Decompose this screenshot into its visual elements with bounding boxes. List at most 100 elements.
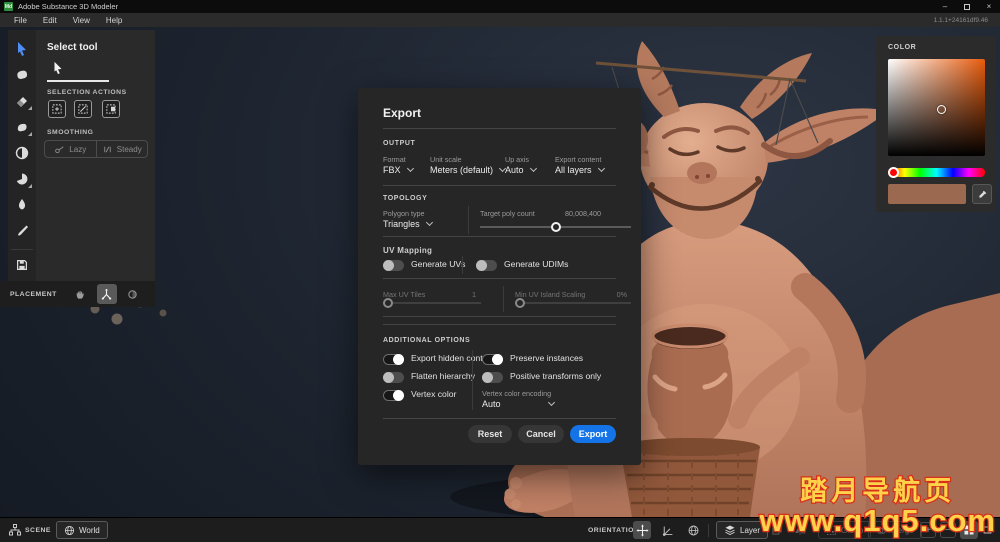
toggle-knob <box>393 354 404 365</box>
select-tool-icon[interactable] <box>11 38 33 59</box>
pivot-axis-icon <box>661 524 674 537</box>
unit-scale-value: Meters (default) <box>430 165 493 175</box>
vertex-color-toggle[interactable] <box>383 390 404 401</box>
window-controls: – × <box>934 0 1000 13</box>
world-button[interactable]: World <box>56 521 108 539</box>
positive-transforms-label: Positive transforms only <box>510 371 601 381</box>
generate-uvs-toggle[interactable] <box>383 260 404 271</box>
selection-actions-heading: SELECTION ACTIONS <box>47 89 127 96</box>
export-hidden-toggle[interactable] <box>383 354 404 365</box>
split-tool-icon[interactable] <box>11 142 33 163</box>
submenu-corner-icon <box>28 132 32 136</box>
max-uv-tiles-slider[interactable] <box>383 302 481 304</box>
min-uv-island-label: Min UV Island Scaling <box>515 290 585 299</box>
menu-help[interactable]: Help <box>98 16 130 25</box>
smoothing-steady-button[interactable]: Steady <box>97 141 148 157</box>
divider <box>383 236 616 237</box>
preserve-instances-toggle[interactable] <box>482 354 503 365</box>
axis-icon <box>100 288 113 301</box>
flatten-hierarchy-toggle[interactable] <box>383 372 404 383</box>
color-heading: COLOR <box>888 44 916 51</box>
toggle-knob <box>492 354 503 365</box>
submenu-corner-icon <box>28 184 32 188</box>
minimize-button[interactable]: – <box>934 0 956 13</box>
paint-drop-tool-icon[interactable] <box>11 194 33 215</box>
close-button[interactable]: × <box>978 0 1000 13</box>
vertex-color-label: Vertex color <box>411 389 456 399</box>
unit-scale-dropdown[interactable]: Meters (default) <box>430 165 505 175</box>
select-all-button[interactable] <box>48 100 66 118</box>
globe-icon <box>687 524 700 537</box>
lazy-label: Lazy <box>69 145 86 154</box>
topology-heading: TOPOLOGY <box>383 195 427 202</box>
color-gradient-field[interactable] <box>888 59 985 156</box>
format-dropdown[interactable]: FBX <box>383 165 413 175</box>
unit-scale-label: Unit scale <box>430 155 462 164</box>
menu-edit[interactable]: Edit <box>35 16 65 25</box>
smoothing-lazy-button[interactable]: Lazy <box>45 141 97 157</box>
vertical-divider <box>468 206 469 234</box>
target-poly-label: Target poly count <box>480 209 535 218</box>
maximize-button[interactable] <box>956 0 978 13</box>
watermark-line1: 踏月导航页 <box>759 477 996 505</box>
chevron-down-icon <box>597 165 604 172</box>
generate-udims-label: Generate UDIMs <box>504 259 568 269</box>
format-label: Format <box>383 155 406 164</box>
brush-tool-icon[interactable] <box>11 220 33 241</box>
slider-knob[interactable] <box>383 298 393 308</box>
up-axis-dropdown[interactable]: Auto <box>505 165 536 175</box>
cut-tool-icon[interactable] <box>11 168 33 189</box>
subtract-selection-button[interactable] <box>102 100 120 118</box>
steady-icon <box>102 144 113 155</box>
eyedropper-button[interactable] <box>972 184 992 204</box>
orientation-world-button[interactable] <box>684 521 702 539</box>
invert-selection-button[interactable] <box>74 100 92 118</box>
smooth-tool-icon[interactable] <box>11 116 33 137</box>
slider-knob[interactable] <box>515 298 525 308</box>
flatten-hierarchy-label: Flatten hierarchy <box>411 371 475 381</box>
hand-placement-button[interactable] <box>71 284 91 304</box>
slider-knob[interactable] <box>551 222 561 232</box>
layer-label: Layer <box>740 526 760 535</box>
color-panel: COLOR <box>876 36 996 212</box>
positive-transforms-toggle[interactable] <box>482 372 503 383</box>
placement-bar: PLACEMENT <box>0 281 155 307</box>
lazy-icon <box>54 144 65 155</box>
target-poly-slider[interactable] <box>480 226 631 228</box>
clay-tool-icon[interactable] <box>11 64 33 85</box>
polygon-type-label: Polygon type <box>383 209 425 218</box>
hand-icon <box>74 288 87 301</box>
eraser-tool-icon[interactable] <box>11 90 33 111</box>
cancel-button[interactable]: Cancel <box>518 425 564 443</box>
toggle-knob <box>383 260 394 271</box>
hue-slider-knob[interactable] <box>888 167 899 178</box>
menu-file[interactable]: File <box>6 16 35 25</box>
sphere-placement-button[interactable] <box>123 284 143 304</box>
save-tool-icon[interactable] <box>11 255 33 276</box>
sphere-icon <box>126 288 139 301</box>
orientation-pivot-button[interactable] <box>658 521 676 539</box>
min-uv-island-slider[interactable] <box>515 302 631 304</box>
export-content-dropdown[interactable]: All layers <box>555 165 604 175</box>
color-picker-handle[interactable] <box>937 105 946 114</box>
divider <box>383 185 616 186</box>
orientation-move-button[interactable] <box>633 521 651 539</box>
export-dialog: Export OUTPUT Format FBX Unit scale Mete… <box>358 88 641 465</box>
reset-button[interactable]: Reset <box>468 425 512 443</box>
chevron-down-icon <box>547 399 554 406</box>
additional-options-heading: ADDITIONAL OPTIONS <box>383 337 470 344</box>
chevron-down-icon <box>529 165 536 172</box>
move-gizmo-icon <box>636 524 649 537</box>
hue-slider[interactable] <box>888 168 985 177</box>
placement-label: PLACEMENT <box>10 291 57 298</box>
vertex-color-encoding-dropdown[interactable]: Auto <box>482 399 554 409</box>
polygon-type-dropdown[interactable]: Triangles <box>383 219 432 229</box>
export-button[interactable]: Export <box>570 425 616 443</box>
menu-view[interactable]: View <box>65 16 98 25</box>
axis-placement-button[interactable] <box>97 284 117 304</box>
generate-udims-toggle[interactable] <box>476 260 497 271</box>
watermark: 踏月导航页 www.q1q5.com <box>759 477 996 538</box>
app-title: Adobe Substance 3D Modeler <box>18 2 118 11</box>
active-tool-underline <box>47 80 109 82</box>
export-content-label: Export content <box>555 155 601 164</box>
